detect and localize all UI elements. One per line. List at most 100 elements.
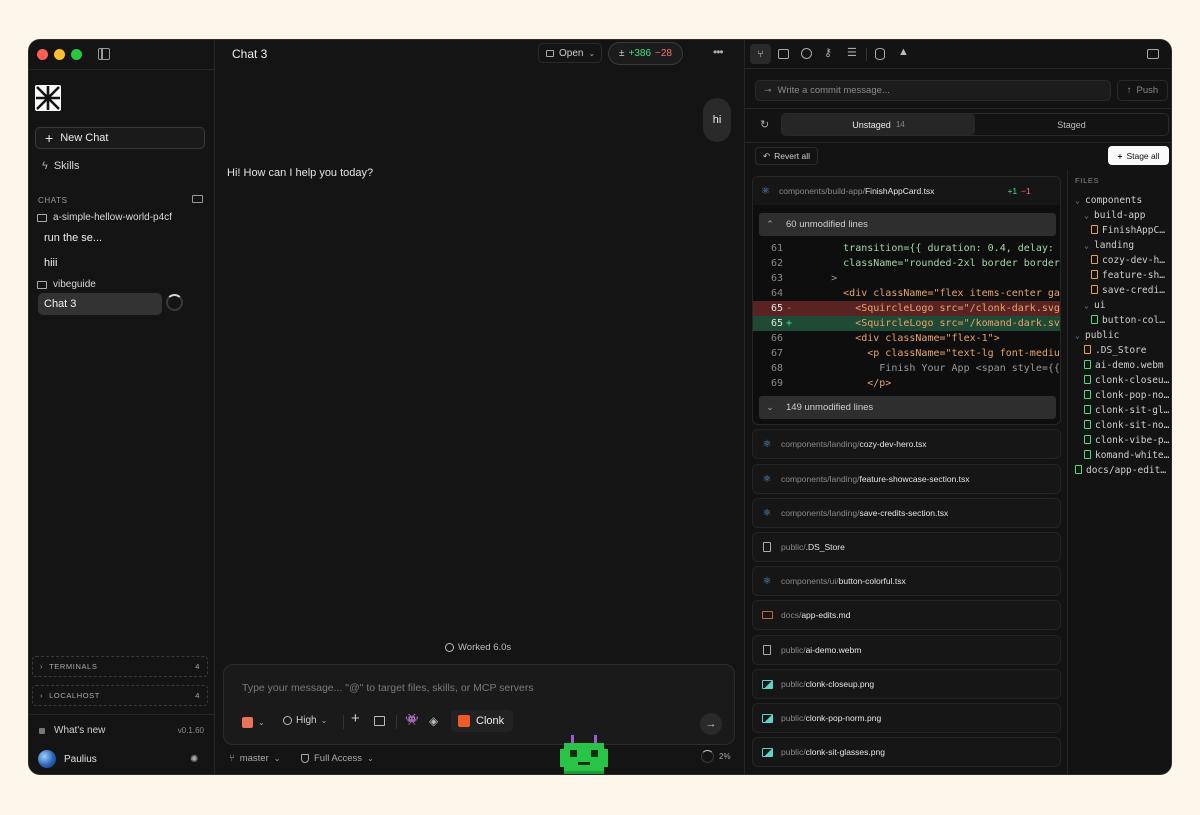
sidebar-item-chat[interactable]: hiii <box>44 257 57 269</box>
file-name: ai-demo.webm <box>805 645 862 655</box>
tree-file[interactable]: feature-sh… <box>1091 270 1171 281</box>
react-icon: ⚛ <box>762 473 772 485</box>
chevron-down-icon: ⌄ <box>273 754 281 763</box>
revert-all-button[interactable]: ↶ Revert all <box>755 147 818 165</box>
tab-browser-icon[interactable] <box>801 48 812 59</box>
tree-file[interactable]: komand-white… <box>1084 450 1171 461</box>
diff-card-header[interactable]: ⚛ components/build-app/ FinishAppCard.ts… <box>753 177 1060 205</box>
effort-selector[interactable]: High ⌄ <box>283 715 327 726</box>
file-card[interactable]: public/clonk-closeup.png <box>752 669 1061 699</box>
terminals-section[interactable]: › TERMINALS 4 <box>32 656 208 677</box>
tab-key-icon[interactable]: ⚷ <box>824 46 832 59</box>
tree-folder[interactable]: ⌄ components <box>1075 195 1171 206</box>
more-options-icon[interactable]: ••• <box>713 45 724 59</box>
file-card[interactable]: ⚛ components/landing/save-credits-section… <box>752 498 1061 528</box>
stage-all-button[interactable]: + Stage all <box>1108 146 1169 165</box>
file-card[interactable]: public/ai-demo.webm <box>752 635 1061 665</box>
whats-new-link[interactable]: What's new v0.1.60 <box>39 725 204 736</box>
sidebar-item-chat[interactable]: run the se... <box>44 232 102 244</box>
tree-file[interactable]: clonk-sit-no… <box>1084 420 1171 431</box>
tree-file[interactable]: save-credi… <box>1091 285 1171 296</box>
tab-git[interactable]: ⑂ <box>750 44 771 64</box>
send-button[interactable]: → <box>700 713 722 735</box>
tree-file[interactable]: clonk-closeu… <box>1084 375 1171 386</box>
invader-icon[interactable]: 👾 <box>405 713 419 726</box>
add-attachment-icon[interactable]: + <box>351 710 360 727</box>
diff-stats-button[interactable]: ± +386 −28 <box>608 42 683 65</box>
expand-unmodified-bottom[interactable]: ⌄ 149 unmodified lines <box>759 396 1056 419</box>
tree-file[interactable]: clonk-pop-no… <box>1084 390 1171 401</box>
tab-tasks-icon[interactable]: ☰ <box>847 46 857 59</box>
chevron-down-icon: ⌄ <box>367 754 374 763</box>
sidebar-item-chat-active[interactable]: Chat 3 <box>38 293 162 315</box>
tree-file[interactable]: FinishAppC… <box>1091 225 1171 236</box>
new-file-icon <box>1084 405 1091 414</box>
close-window-button[interactable] <box>37 49 48 60</box>
tree-file[interactable]: clonk-sit-gl… <box>1084 405 1171 416</box>
toggle-panel-icon[interactable] <box>1147 49 1159 59</box>
app-window: + New Chat ϟ Skills CHATS a-simple-hello… <box>28 39 1172 775</box>
arrow-right-icon: → <box>705 718 717 730</box>
image-upload-icon[interactable] <box>374 716 385 726</box>
unmodified-label: 60 unmodified lines <box>786 219 868 230</box>
message-input[interactable]: Type your message... "@" to target files… <box>242 682 722 694</box>
tab-unstaged[interactable]: Unstaged 14 <box>782 114 975 135</box>
chevron-down-icon: ⌄ <box>1084 301 1089 310</box>
tree-folder[interactable]: ⌄ public <box>1075 330 1171 341</box>
user-profile[interactable]: Paulius <box>38 750 97 768</box>
sidebar-item-folder[interactable]: vibeguide <box>37 279 96 290</box>
diff-line: 67 <p className="text-lg font-medium <box>770 348 1061 359</box>
tab-vercel-icon[interactable]: ▲ <box>898 46 909 58</box>
branch-selector[interactable]: ⑂ master ⌄ <box>229 753 280 764</box>
tab-database-icon[interactable] <box>875 48 885 60</box>
tree-file[interactable]: docs/app-edit… <box>1075 465 1171 476</box>
tree-file[interactable]: .DS_Store <box>1084 345 1171 356</box>
expand-unmodified-top[interactable]: ⌃ 60 unmodified lines <box>759 213 1056 236</box>
tree-folder[interactable]: ⌄ ui <box>1084 300 1171 311</box>
commit-placeholder: Write a commit message... <box>777 85 890 96</box>
sidebar-item-label: Chat 3 <box>44 298 77 310</box>
tree-file[interactable]: cozy-dev-h… <box>1091 255 1171 266</box>
tree-folder[interactable]: ⌄ build-app <box>1084 210 1171 221</box>
tree-file[interactable]: ai-demo.webm <box>1084 360 1171 371</box>
localhost-section[interactable]: › LOCALHOST 4 <box>32 685 208 706</box>
sidebar-item-folder[interactable]: a-simple-hellow-world-p4cf <box>37 212 172 223</box>
file-card[interactable]: ⚛ components/landing/feature-showcase-sec… <box>752 464 1061 494</box>
access-selector[interactable]: Full Access ⌄ <box>301 753 374 764</box>
commit-message-input[interactable]: ⊸ Write a commit message... <box>755 80 1111 101</box>
bug-report-icon[interactable]: ✺ <box>190 754 198 765</box>
layers-icon[interactable]: ◈ <box>429 714 438 728</box>
diff-del-count: −28 <box>655 48 672 59</box>
assistant-message: Hi! How can I help you today? <box>227 167 374 179</box>
clock-icon <box>445 643 454 652</box>
file-card[interactable]: public/clonk-sit-glasses.png <box>752 737 1061 767</box>
push-button[interactable]: ↑ Push <box>1117 80 1168 101</box>
file-card[interactable]: ⚛ components/landing/cozy-dev-hero.tsx <box>752 429 1061 459</box>
skills-link[interactable]: ϟ Skills <box>42 160 80 172</box>
new-chat-button[interactable]: + New Chat <box>35 127 205 149</box>
agent-clonk-button[interactable]: Clonk <box>451 710 513 732</box>
file-card[interactable]: public/clonk-pop-norm.png <box>752 703 1061 733</box>
file-card[interactable]: ⚛ components/ui/button-colorful.tsx <box>752 566 1061 596</box>
minimize-window-button[interactable] <box>54 49 65 60</box>
tree-label: components <box>1085 195 1143 206</box>
tree-file[interactable]: clonk-vibe-p… <box>1084 435 1171 446</box>
diff-add-count: +386 <box>628 48 652 59</box>
new-file-icon <box>1075 465 1082 474</box>
model-selector[interactable]: ⌄ <box>242 717 265 728</box>
file-name: app-edits.md <box>801 610 851 620</box>
tree-file[interactable]: button-col… <box>1091 315 1171 326</box>
new-folder-icon[interactable] <box>192 195 203 203</box>
tab-code-icon[interactable] <box>778 49 789 59</box>
version-label: v0.1.60 <box>177 726 204 735</box>
tree-folder[interactable]: ⌄ landing <box>1084 240 1171 251</box>
open-dropdown[interactable]: Open ⌄ <box>538 43 602 63</box>
file-card[interactable]: docs/app-edits.md <box>752 600 1061 630</box>
maximize-window-button[interactable] <box>71 49 82 60</box>
diff-line: 69 </p> <box>770 378 892 389</box>
toggle-sidebar-icon[interactable] <box>98 48 110 60</box>
modified-file-icon <box>1091 285 1098 294</box>
file-card[interactable]: public/.DS_Store <box>752 532 1061 562</box>
refresh-icon[interactable]: ↻ <box>760 118 769 131</box>
tab-staged[interactable]: Staged <box>975 114 1168 135</box>
